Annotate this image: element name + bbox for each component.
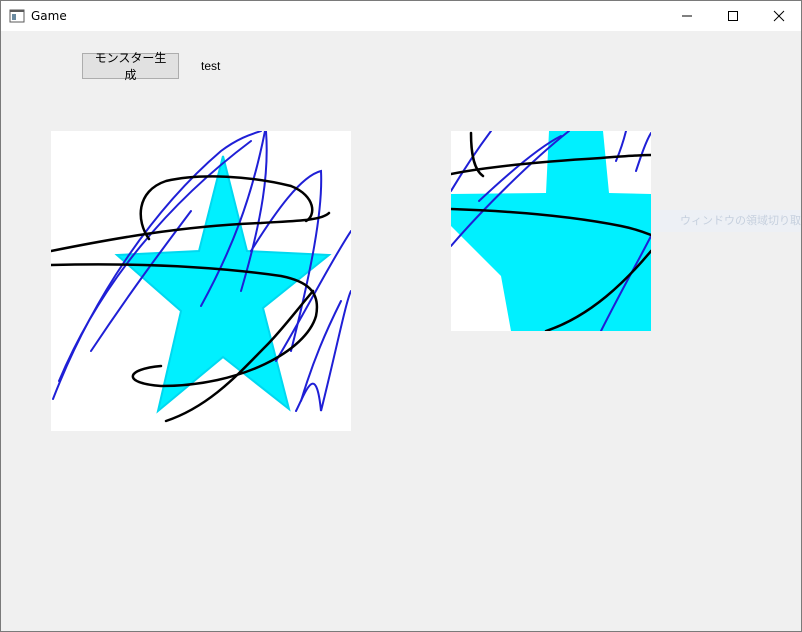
app-window-icon <box>9 8 25 24</box>
monster-drawing-canvas[interactable] <box>51 131 351 431</box>
close-button[interactable] <box>756 1 801 31</box>
tooltip-overlay: ウィンドウの領域切り取り <box>652 210 801 232</box>
spawn-monster-button[interactable]: モンスター生成 <box>82 51 179 82</box>
maximize-icon <box>727 7 739 26</box>
close-icon <box>773 7 785 26</box>
game-window: Game モンスター生成 test ウィンドウの領域切り取り <box>0 0 802 632</box>
title-bar[interactable]: Game <box>1 1 801 31</box>
cropped-region-canvas[interactable] <box>451 131 651 331</box>
maximize-button[interactable] <box>710 1 756 31</box>
status-label: test <box>201 59 221 73</box>
minimize-icon <box>681 7 693 26</box>
window-title: Game <box>31 9 67 23</box>
minimize-button[interactable] <box>664 1 710 31</box>
